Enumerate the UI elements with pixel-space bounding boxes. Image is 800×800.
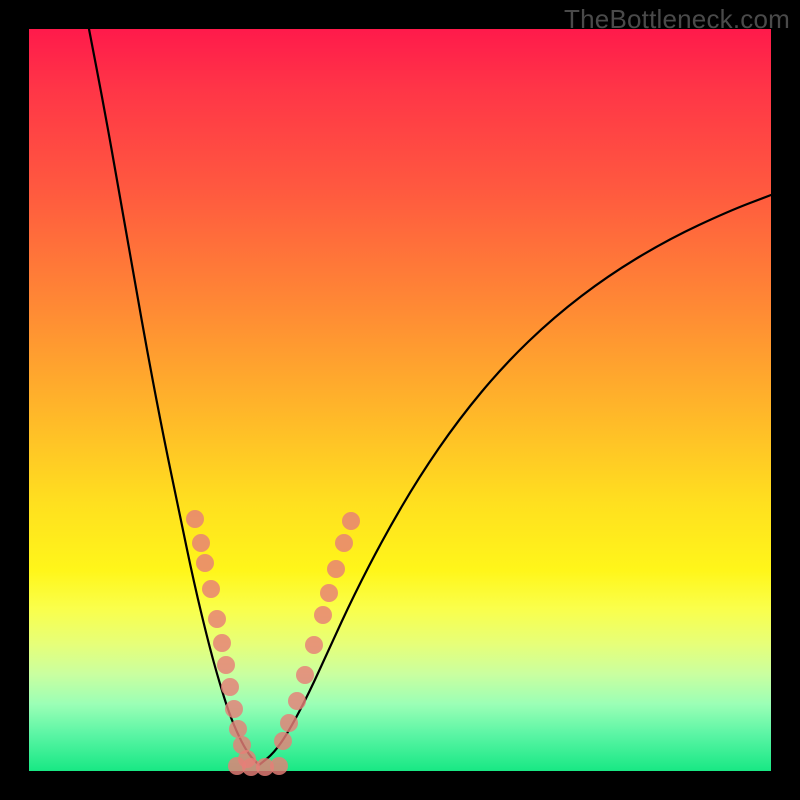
marker-dot [213,634,231,652]
marker-dot [280,714,298,732]
marker-dot [320,584,338,602]
marker-dot [270,757,288,775]
marker-dot [208,610,226,628]
chart-stage: TheBottleneck.com [0,0,800,800]
left-curve [89,29,259,765]
marker-dot [274,732,292,750]
right-curve [259,195,771,765]
marker-dot [221,678,239,696]
marker-dot [186,510,204,528]
marker-dot [335,534,353,552]
marker-dot [217,656,235,674]
marker-layer [186,510,360,776]
marker-dot [296,666,314,684]
curve-layer [29,29,771,771]
marker-dot [192,534,210,552]
marker-dot [288,692,306,710]
marker-dot [196,554,214,572]
marker-dot [305,636,323,654]
plot-area [29,29,771,771]
marker-dot [342,512,360,530]
marker-dot [202,580,220,598]
marker-dot [314,606,332,624]
marker-dot [327,560,345,578]
marker-dot [229,720,247,738]
marker-dot [225,700,243,718]
